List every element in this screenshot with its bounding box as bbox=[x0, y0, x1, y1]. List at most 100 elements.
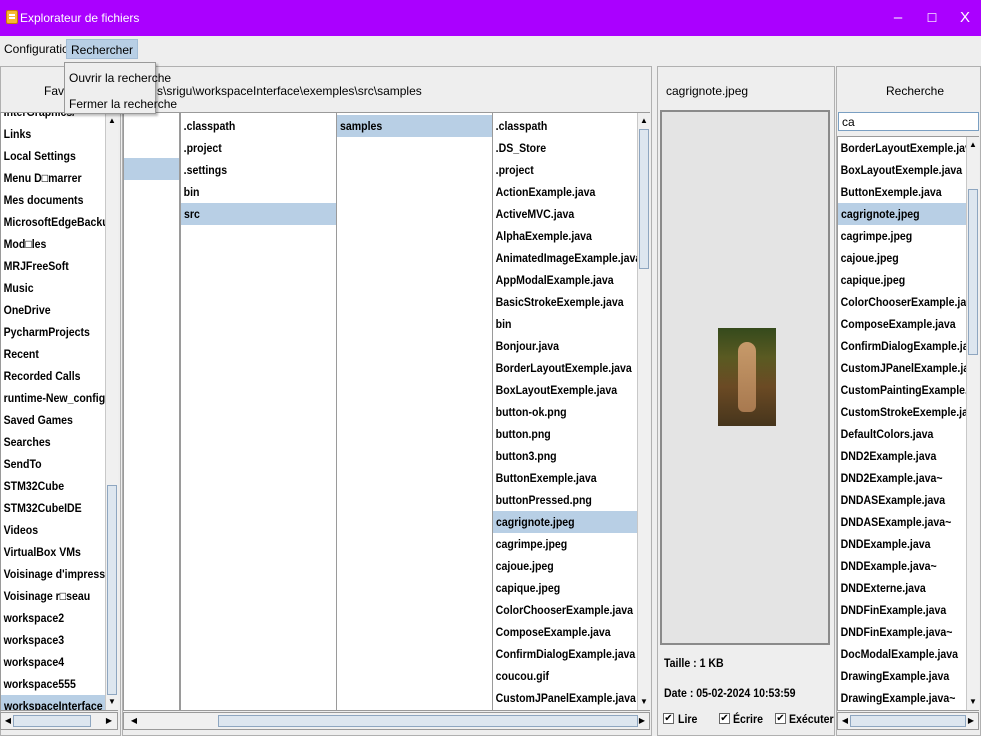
search-vscroll[interactable]: ▲ ▼ bbox=[966, 137, 979, 710]
browser-column-2[interactable]: .classpath .project .settings bin src bbox=[180, 112, 337, 711]
file-item[interactable]: bin bbox=[493, 313, 630, 335]
browser-hscroll-thumb[interactable] bbox=[218, 715, 638, 727]
favorite-item[interactable]: Local Settings bbox=[1, 145, 103, 167]
scroll-up-icon[interactable]: ▲ bbox=[106, 115, 118, 127]
folder-item[interactable]: samples bbox=[337, 115, 492, 137]
file-item[interactable]: button3.png bbox=[493, 445, 630, 467]
file-item[interactable]: cagrignote.jpeg bbox=[493, 511, 649, 533]
write-checkbox[interactable]: ✔ bbox=[719, 713, 730, 724]
favorite-item[interactable]: SendTo bbox=[1, 453, 103, 475]
search-result-item[interactable]: CustomPaintingExample.java bbox=[838, 379, 978, 401]
file-item[interactable]: cagrimpe.jpeg bbox=[493, 533, 630, 555]
search-result-item[interactable]: ComposeExample.java bbox=[838, 313, 961, 335]
favorite-item[interactable]: Saved Games bbox=[1, 409, 103, 431]
favorite-item[interactable]: Links bbox=[1, 123, 103, 145]
favorite-item[interactable]: VirtualBox VMs bbox=[1, 541, 103, 563]
file-item[interactable]: .DS_Store bbox=[493, 137, 630, 159]
file-item[interactable]: buttonPressed.png bbox=[493, 489, 630, 511]
search-result-item[interactable]: DNDFinExample.java~ bbox=[838, 621, 961, 643]
search-result-item[interactable]: ConfirmDialogExample.java bbox=[838, 335, 978, 357]
favorite-item[interactable]: Mod□les bbox=[1, 233, 103, 255]
favorite-item[interactable]: runtime-New_configuratio bbox=[1, 387, 117, 409]
favorite-item[interactable]: Recent bbox=[1, 343, 103, 365]
search-result-item[interactable]: DrawingExample.java bbox=[838, 665, 961, 687]
favorite-item[interactable]: STM32Cube bbox=[1, 475, 103, 497]
file-item[interactable]: ButtonExemple.java bbox=[493, 467, 630, 489]
favorite-item[interactable]: Music bbox=[1, 277, 103, 299]
search-result-item[interactable]: DocModalExample.java bbox=[838, 643, 961, 665]
scroll-down-icon[interactable]: ▼ bbox=[967, 696, 979, 708]
search-result-item[interactable]: DNDASExample.java~ bbox=[838, 511, 961, 533]
file-item[interactable]: Bonjour.java bbox=[493, 335, 630, 357]
search-result-item[interactable]: BorderLayoutExemple.java bbox=[838, 137, 977, 159]
browser-column-4[interactable]: .classpath .DS_Store .project ActionExample… bbox=[492, 112, 650, 711]
search-result-item[interactable]: CustomStrokeExemple.java bbox=[838, 401, 978, 423]
scroll-right-icon[interactable]: ▶ bbox=[636, 715, 648, 727]
favorite-item[interactable]: workspace4 bbox=[1, 651, 103, 673]
file-item[interactable]: capique.jpeg bbox=[493, 577, 630, 599]
search-result-item[interactable]: DND2Example.java bbox=[838, 445, 961, 467]
favorites-scroll-thumb[interactable] bbox=[107, 485, 117, 695]
column-1-selection[interactable] bbox=[124, 158, 179, 180]
file-item[interactable]: AppModalExample.java bbox=[493, 269, 630, 291]
favorite-item[interactable]: Mes documents bbox=[1, 189, 103, 211]
search-scroll-thumb[interactable] bbox=[968, 189, 978, 355]
search-result-item[interactable]: DNDASExample.java bbox=[838, 489, 961, 511]
scroll-down-icon[interactable]: ▼ bbox=[638, 696, 650, 708]
search-result-item[interactable]: DNDExterne.java bbox=[838, 577, 961, 599]
scroll-right-icon[interactable]: ▶ bbox=[965, 715, 977, 727]
search-result-item[interactable]: DNDExample.java~ bbox=[838, 555, 961, 577]
file-item[interactable]: BoxLayoutExemple.java bbox=[493, 379, 630, 401]
favorite-item[interactable]: Voisinage r□seau bbox=[1, 585, 103, 607]
file-item[interactable]: cajoue.jpeg bbox=[493, 555, 630, 577]
minimize-button[interactable]: – bbox=[883, 8, 913, 28]
search-result-item[interactable]: cagrignote.jpeg bbox=[838, 203, 978, 225]
favorite-item[interactable]: workspace555 bbox=[1, 673, 103, 695]
file-item[interactable]: src bbox=[181, 203, 336, 225]
scroll-right-icon[interactable]: ▶ bbox=[103, 715, 115, 727]
file-item[interactable]: BorderLayoutExemple.java bbox=[493, 357, 632, 379]
menu-close-search[interactable]: Fermer la recherche bbox=[69, 95, 177, 113]
read-checkbox[interactable]: ✔ bbox=[663, 713, 674, 724]
search-results-list[interactable]: BorderLayoutExemple.java BoxLayoutExemple… bbox=[837, 136, 979, 711]
scroll-up-icon[interactable]: ▲ bbox=[967, 139, 979, 151]
file-item[interactable]: .project bbox=[493, 159, 630, 181]
file-item[interactable]: bin bbox=[181, 181, 317, 203]
search-result-item[interactable]: ColorChooserExample.java bbox=[838, 291, 978, 313]
search-result-item[interactable]: CustomJPanelExample.java bbox=[838, 357, 978, 379]
scroll-down-icon[interactable]: ▼ bbox=[106, 696, 118, 708]
execute-checkbox[interactable]: ✔ bbox=[775, 713, 786, 724]
scroll-left-icon[interactable]: ◀ bbox=[128, 715, 140, 727]
file-item[interactable]: CustomJPanelExample.java bbox=[493, 687, 636, 709]
search-result-item[interactable]: DNDFinExample.java bbox=[838, 599, 961, 621]
file-item[interactable]: coucou.gif bbox=[493, 665, 630, 687]
maximize-button[interactable]: ☐ bbox=[917, 8, 947, 28]
file-item[interactable]: ConfirmDialogExample.java bbox=[493, 643, 636, 665]
favorite-item[interactable]: Voisinage d'impression bbox=[1, 563, 117, 585]
search-result-item[interactable]: capique.jpeg bbox=[838, 269, 961, 291]
search-result-item[interactable]: DNDExample.java bbox=[838, 533, 961, 555]
favorite-item[interactable]: Menu D□marrer bbox=[1, 167, 103, 189]
file-item[interactable]: BasicStrokeExemple.java bbox=[493, 291, 630, 313]
browser-column-1[interactable] bbox=[123, 112, 180, 711]
favorites-list[interactable]: InterGraphics/Links Local Settings Menu D□… bbox=[0, 112, 118, 711]
close-button[interactable]: X bbox=[950, 8, 980, 28]
favorite-item[interactable]: Videos bbox=[1, 519, 103, 541]
search-result-item[interactable]: DrawingExample.java~ bbox=[838, 687, 961, 709]
favorite-item[interactable]: workspace3 bbox=[1, 629, 103, 651]
file-item[interactable]: .project bbox=[181, 137, 317, 159]
favorite-item[interactable]: workspaceInterface bbox=[1, 695, 117, 710]
favorite-item[interactable]: Searches bbox=[1, 431, 103, 453]
browser-scroll-thumb[interactable] bbox=[639, 129, 649, 269]
browser-hscroll[interactable]: ◀ ▶ bbox=[123, 712, 650, 730]
search-result-item[interactable]: ButtonExemple.java bbox=[838, 181, 961, 203]
favorite-item[interactable]: PycharmProjects bbox=[1, 321, 103, 343]
file-item[interactable]: ActiveMVC.java bbox=[493, 203, 630, 225]
search-hscroll-thumb[interactable] bbox=[850, 715, 966, 727]
file-item[interactable]: AlphaExemple.java bbox=[493, 225, 630, 247]
favorites-hscroll-thumb[interactable] bbox=[13, 715, 91, 727]
search-hscroll[interactable]: ◀ ▶ bbox=[837, 712, 979, 730]
menu-open-search[interactable]: Ouvrir la recherche bbox=[69, 69, 171, 87]
file-item[interactable]: AnimatedImageExample.java bbox=[493, 247, 642, 269]
favorite-item[interactable]: Recorded Calls bbox=[1, 365, 103, 387]
